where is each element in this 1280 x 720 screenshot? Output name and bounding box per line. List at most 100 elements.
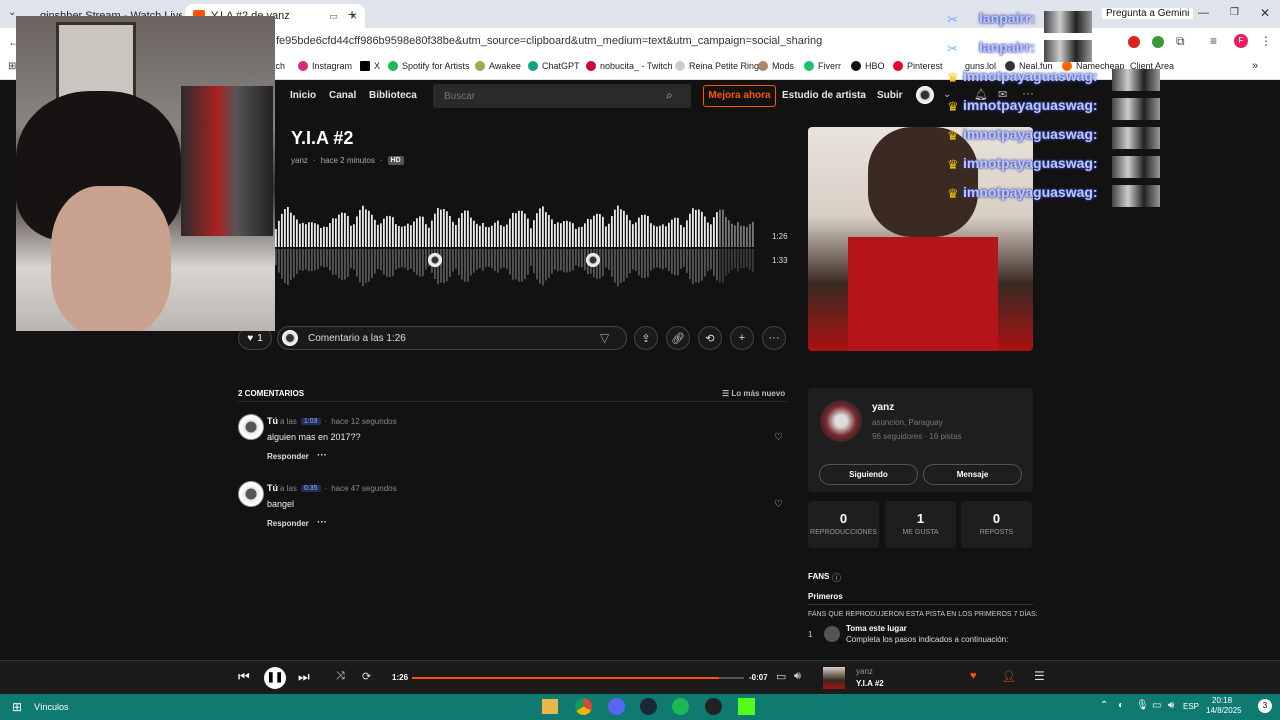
comment-input[interactable]: Comentario a las 1:26 ▽ [277,326,627,350]
volume-icon[interactable]: 🔊︎ [794,670,801,683]
waveform-bar [476,223,478,247]
search-icon[interactable]: ⌕ [666,88,673,103]
network-icon[interactable]: ▭ [1152,700,1161,711]
reply-button[interactable]: Responder [267,452,309,461]
user-avatar[interactable] [916,86,934,104]
repost-button[interactable]: ⟲ [698,326,722,350]
comment-ago: hace 47 segundos [331,484,397,493]
pause-button[interactable]: ❚❚ [264,667,286,689]
nav-home[interactable]: Inicio [290,90,316,101]
heart-outline-icon[interactable]: ♡ [774,432,783,443]
bookmark-item[interactable]: Fiverr [804,61,841,71]
notification-badge[interactable]: 3 [1258,699,1272,713]
bookmark-item[interactable]: nobucita_ - Twitch [586,61,672,71]
track-artist[interactable]: yanz [291,156,308,165]
upgrade-button[interactable]: Mejora ahora [703,85,776,107]
spotify-icon[interactable] [672,698,689,715]
steam-icon[interactable] [640,698,657,715]
message-button[interactable]: Mensaje [923,464,1022,485]
clock-time[interactable]: 20:18 [1212,696,1232,705]
previous-icon[interactable]: ⏮ [238,669,250,685]
tray-app-icon[interactable]: ◐ [1118,700,1124,711]
more-button[interactable]: ··· [762,326,786,350]
bookmark-item[interactable]: Awakee [475,61,521,71]
profile-avatar[interactable]: F [1234,34,1248,48]
artist-avatar[interactable] [820,400,862,442]
shuffle-icon[interactable]: ⤨ [336,670,345,683]
bookmark-item[interactable]: Mods [758,61,794,71]
sort-dropdown[interactable]: ☰ Lo más nuevo [722,389,785,398]
more-icon[interactable]: ⋮ [1260,34,1272,48]
microphone-icon[interactable]: 🎙︎ [1136,700,1149,711]
copy-link-button[interactable]: 🔗︎ [666,326,690,350]
upload-link[interactable]: Subir [877,90,903,101]
follow-icon[interactable]: 👤︎ [1002,670,1016,683]
nav-library[interactable]: Biblioteca [369,90,417,101]
tray-chevron-icon[interactable]: ⌃ [1100,700,1108,711]
fans-tab-first[interactable]: Primeros [808,592,843,601]
next-icon[interactable]: ⏭ [298,669,310,685]
artist-studio-link[interactable]: Estudio de artista [782,90,866,101]
comment-user[interactable]: Tú [267,483,278,493]
bookmark-item[interactable]: Spotify for Artists [388,61,470,71]
bookmark-item[interactable]: Pinterest [893,61,943,71]
player-cover[interactable] [823,667,845,689]
reply-button[interactable]: Responder [267,519,309,528]
heart-icon[interactable]: ♥ [970,670,977,682]
share-button[interactable]: ⇪ [634,326,658,350]
artist-name[interactable]: yanz [872,402,894,413]
add-to-playlist-button[interactable]: + [730,326,754,350]
window-close-icon[interactable]: ✕ [1260,6,1270,20]
cast-icon[interactable]: ▭ [776,670,786,683]
url-text[interactable]: fe95bde6cfd44cff986b9598e80f38be&utm_sou… [276,35,822,47]
more-icon[interactable]: ··· [317,450,327,461]
extension-icon[interactable] [1128,36,1140,48]
windows-icon[interactable]: ⊞ [12,700,22,714]
comment-marker-avatar[interactable] [428,253,442,267]
progress-track[interactable] [412,677,744,679]
player-title[interactable]: Y.I.A #2 [856,679,884,688]
puzzle-icon[interactable]: ⧉ [1176,34,1185,49]
bookmark-item[interactable]: ChatGPT [528,61,580,71]
chevron-right-icon[interactable]: » [1252,60,1258,72]
kick-icon[interactable] [738,698,755,715]
links-toolbar[interactable]: Vínculos [34,702,69,712]
language-indicator[interactable]: ESP [1183,702,1199,711]
bookmark-item[interactable]: HBO [851,61,885,71]
comment-avatar[interactable] [238,414,264,440]
bookmark-item[interactable]: X [360,61,380,71]
following-button[interactable]: Siguiendo [819,464,918,485]
waveform[interactable] [275,200,755,295]
heart-outline-icon[interactable]: ♡ [774,499,783,510]
player-artist[interactable]: yanz [856,667,873,676]
bookmark-item[interactable]: Reina Petite Ring [675,61,759,71]
nav-feed[interactable]: Canal [329,90,356,101]
folder-icon[interactable] [542,699,558,714]
waveform-bar [611,216,613,247]
comment-user[interactable]: Tú [267,416,278,426]
extension-icon[interactable] [1152,36,1164,48]
cast-icon[interactable]: ▭ [329,11,338,22]
speaker-icon[interactable]: 🔊︎ [1168,700,1174,711]
comment-timestamp[interactable]: 0:35 [300,485,321,492]
queue-icon[interactable]: ☰ [1034,669,1045,683]
obs-icon[interactable] [705,698,722,715]
comment-marker-avatar[interactable] [586,253,600,267]
minimize-icon[interactable]: — [1198,7,1209,19]
menu-icon[interactable]: ≡ [1210,34,1217,48]
search-input[interactable] [433,84,691,108]
more-icon[interactable]: ··· [317,517,327,528]
send-icon[interactable]: ▽ [600,331,609,345]
waveform-bar [383,218,385,247]
bookmark-item[interactable]: Instagram [298,61,352,71]
clock-date[interactable]: 14/8/2025 [1206,706,1242,715]
gemini-button[interactable]: Pregunta a Gemini [1102,8,1194,19]
new-tab-button[interactable]: + [348,6,356,22]
maximize-icon[interactable]: ❐ [1230,7,1239,18]
comment-avatar[interactable] [238,481,264,507]
chrome-icon[interactable] [575,698,592,715]
info-icon[interactable]: ⓘ [832,571,841,584]
repeat-icon[interactable]: ⟳ [362,670,371,683]
comment-timestamp[interactable]: 1:03 [300,418,321,425]
discord-icon[interactable] [608,698,625,715]
